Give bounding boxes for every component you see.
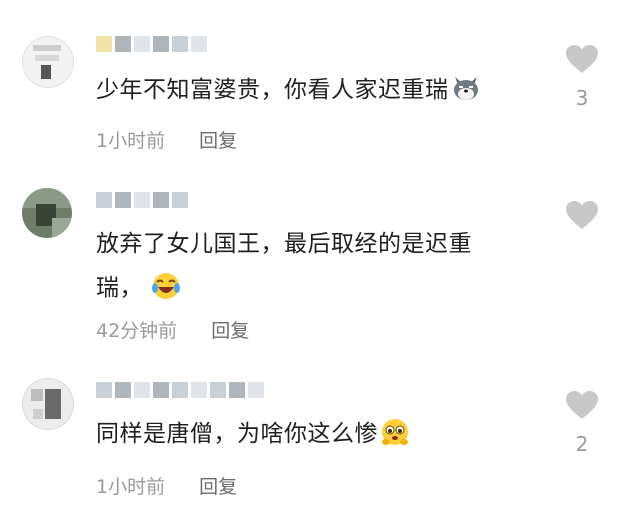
pleading-icon: [382, 419, 408, 445]
username-blurred[interactable]: [96, 382, 264, 400]
laugh-cry-icon: [152, 273, 180, 299]
heart-icon: [566, 201, 598, 229]
comment-text-content: 少年不知富婆贵，你看人家迟重瑞: [96, 77, 449, 103]
reply-button[interactable]: 回复: [199, 476, 237, 498]
comment-text: 放弃了女儿国王，最后取经的是迟重 瑞，: [96, 222, 536, 310]
comment-text-line: 瑞，: [96, 266, 536, 310]
doge-icon: [453, 77, 478, 100]
comment-text: 同样是唐僧，为啥你这么惨: [96, 412, 536, 456]
reply-button[interactable]: 回复: [199, 130, 237, 152]
comment-text: 少年不知富婆贵，你看人家迟重瑞: [96, 68, 536, 112]
comment-text-content: 瑞，: [96, 275, 143, 301]
avatar[interactable]: [22, 378, 74, 430]
like-count: 2: [575, 432, 589, 456]
comment-text-content: 同样是唐僧，为啥你这么惨: [96, 421, 378, 447]
avatar[interactable]: [22, 36, 74, 88]
comment-time: 1小时前: [96, 130, 166, 152]
comment-meta: 1小时前 回复: [96, 472, 237, 499]
reply-button[interactable]: 回复: [211, 320, 249, 342]
comment-time: 1小时前: [96, 476, 166, 498]
comment-text-line: 放弃了女儿国王，最后取经的是迟重: [96, 231, 472, 257]
comment-meta: 1小时前 回复: [96, 126, 237, 153]
comment-time: 42分钟前: [96, 320, 178, 342]
heart-icon: [566, 45, 598, 73]
like-button[interactable]: 2: [562, 390, 602, 456]
like-count: 3: [575, 86, 589, 110]
comment-meta: 42分钟前 回复: [96, 316, 249, 343]
heart-icon: [566, 391, 598, 419]
avatar[interactable]: [22, 188, 72, 238]
username-blurred[interactable]: [96, 192, 188, 210]
username-blurred[interactable]: [96, 36, 207, 54]
like-button[interactable]: 3: [562, 44, 602, 110]
like-button[interactable]: [562, 200, 602, 242]
